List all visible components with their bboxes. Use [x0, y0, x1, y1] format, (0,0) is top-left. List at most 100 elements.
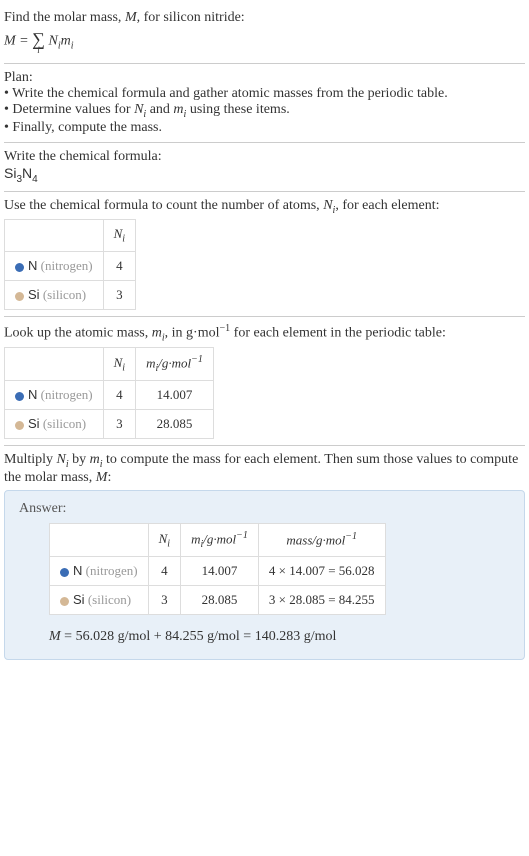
mass-header-mid: , in g·mol [165, 326, 220, 341]
count-value: 4 [103, 251, 135, 280]
col-N-text: N [114, 226, 123, 241]
table-row: Si (silicon) 3 28.085 3 × 28.085 = 84.25… [50, 586, 386, 615]
col-N-text: N [159, 531, 168, 546]
plan-bullet-2: • Determine values for Ni and mi using t… [4, 102, 525, 120]
element-dot-icon [60, 568, 69, 577]
plan-bullet-1: • Write the chemical formula and gather … [4, 86, 525, 102]
intro-line1: Find the molar mass, M, for silicon nitr… [4, 10, 525, 26]
element-dot-icon [15, 421, 24, 430]
answer-table: Ni mi/g·mol−1 mass/g·mol−1 N (nitrogen) … [49, 523, 386, 615]
formula-M: M [4, 34, 16, 49]
count-value: 3 [103, 410, 135, 439]
empty-header [5, 348, 104, 381]
intro-section: Find the molar mass, M, for silicon nitr… [4, 4, 525, 63]
mass-header-m: m [152, 326, 162, 341]
element-cell: Si (silicon) [50, 586, 149, 615]
element-dot-icon [15, 292, 24, 301]
col-mass-exp: −1 [345, 531, 357, 542]
table-row: Si (silicon) 3 [5, 280, 136, 309]
mass-header-exp: −1 [220, 323, 231, 334]
element-symbol: Si [28, 287, 40, 302]
count-value: 3 [103, 280, 135, 309]
intro-text-end: , for silicon nitride: [137, 10, 245, 25]
sum-symbol: ∑i [32, 28, 45, 55]
col-m-unit: /g·mol [203, 531, 236, 546]
element-symbol: Si [73, 592, 85, 607]
final-result: M = 56.028 g/mol + 84.255 g/mol = 140.28… [49, 629, 510, 645]
chem-si: Si [4, 165, 16, 181]
table-row: N (nitrogen) 4 [5, 251, 136, 280]
element-dot-icon [60, 597, 69, 606]
plan-b2-pre: • Determine values for [4, 102, 134, 117]
col-m-exp: −1 [236, 530, 248, 541]
element-dot-icon [15, 263, 24, 272]
table-header-row: Ni mi/g·mol−1 mass/g·mol−1 [50, 524, 386, 557]
intro-var-M: M [125, 10, 137, 25]
mass-value: 14.007 [136, 381, 214, 410]
mult-M: M [96, 470, 108, 485]
multiply-section: Multiply Ni by mi to compute the mass fo… [4, 445, 525, 666]
col-Ni: Ni [148, 524, 180, 557]
element-cell: Si (silicon) [5, 280, 104, 309]
formula-N: N [48, 34, 57, 49]
chem-n: N [22, 165, 32, 181]
col-mi: mi/g·mol−1 [181, 524, 259, 557]
table-row: N (nitrogen) 4 14.007 [5, 381, 214, 410]
final-eq: = 56.028 g/mol + 84.255 g/mol = 140.283 … [61, 629, 337, 644]
plan-b2-post: using these items. [186, 102, 289, 117]
formula-eq: = [16, 34, 32, 49]
plan-b2-m: m [173, 102, 183, 117]
count-value: 4 [148, 557, 180, 586]
mult-pre: Multiply [4, 452, 57, 467]
intro-text: Find the molar mass, [4, 10, 125, 25]
count-header-post: , for each element: [335, 198, 439, 213]
element-name: (silicon) [43, 287, 86, 302]
formula-m-sub: i [71, 41, 74, 52]
table-row: N (nitrogen) 4 14.007 4 × 14.007 = 56.02… [50, 557, 386, 586]
count-table: Ni N (nitrogen) 4 Si (silicon) 3 [4, 219, 136, 310]
chemical-formula: Si3N4 [4, 165, 525, 185]
mult-post2: : [107, 470, 111, 485]
element-cell: N (nitrogen) [5, 381, 104, 410]
mass-header-post: for each element in the periodic table: [230, 326, 446, 341]
element-name: (nitrogen) [41, 258, 93, 273]
count-section: Use the chemical formula to count the nu… [4, 191, 525, 316]
mult-mid: by [69, 452, 90, 467]
col-m-exp: −1 [191, 354, 203, 365]
element-symbol: Si [28, 416, 40, 431]
count-header: Use the chemical formula to count the nu… [4, 198, 525, 216]
col-mass-text: mass/g·mol [286, 533, 345, 548]
col-m-unit: /g·mol [158, 356, 191, 371]
element-symbol: N [28, 387, 37, 402]
multiply-text: Multiply Ni by mi to compute the mass fo… [4, 452, 525, 486]
mass-value: 28.085 [181, 586, 259, 615]
formula-m: m [61, 34, 71, 49]
mult-N: N [57, 452, 66, 467]
chem-n-sub: 4 [32, 174, 38, 185]
chemical-formula-section: Write the chemical formula: Si3N4 [4, 142, 525, 191]
table-header-row: Ni mi/g·mol−1 [5, 348, 214, 381]
element-name: (silicon) [43, 416, 86, 431]
element-name: (nitrogen) [41, 387, 93, 402]
plan-section: Plan: • Write the chemical formula and g… [4, 63, 525, 142]
count-header-pre: Use the chemical formula to count the nu… [4, 198, 323, 213]
element-dot-icon [15, 392, 24, 401]
atomic-mass-section: Look up the atomic mass, mi, in g·mol−1 … [4, 316, 525, 445]
table-header-row: Ni [5, 220, 136, 252]
chem-header: Write the chemical formula: [4, 149, 525, 165]
element-name: (nitrogen) [86, 563, 138, 578]
calc-value: 3 × 28.085 = 84.255 [258, 586, 385, 615]
mass-header-pre: Look up the atomic mass, [4, 326, 152, 341]
table-row: Si (silicon) 3 28.085 [5, 410, 214, 439]
final-M: M [49, 629, 61, 644]
element-cell: N (nitrogen) [50, 557, 149, 586]
col-N-sub: i [122, 234, 125, 245]
mass-value: 28.085 [136, 410, 214, 439]
col-mass: mass/g·mol−1 [258, 524, 385, 557]
col-Ni: Ni [103, 348, 135, 381]
col-mi: mi/g·mol−1 [136, 348, 214, 381]
empty-header [5, 220, 104, 252]
plan-b2-mid: and [146, 102, 173, 117]
answer-title: Answer: [19, 501, 510, 517]
molar-mass-formula: M = ∑i Nimi [4, 26, 525, 57]
